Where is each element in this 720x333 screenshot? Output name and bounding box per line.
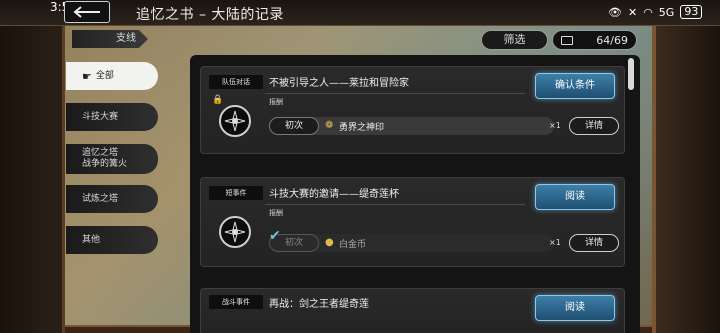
status-icons: 👁 ✕ ◠ 5G 93	[608, 0, 703, 24]
wifi-icon: ◠	[643, 5, 653, 19]
eye-icon: 👁	[608, 5, 622, 19]
read-button[interactable]: 阅读	[535, 184, 615, 210]
pointing-hand-icon: ☛	[82, 69, 92, 83]
emblem-icon	[219, 105, 251, 137]
reward-label: 报酬	[269, 209, 283, 217]
right-frame	[652, 0, 720, 333]
reward-name: 白金币	[339, 240, 367, 250]
left-panel-background	[0, 0, 65, 333]
sidebar-item-label: 其他	[82, 234, 101, 245]
reward-name: 勇界之神印	[339, 123, 385, 133]
detail-button[interactable]: 详情	[569, 234, 619, 252]
back-arrow-icon	[73, 6, 100, 18]
detail-button[interactable]: 详情	[569, 117, 619, 135]
book-icon	[561, 35, 573, 45]
sidebar-item-tower-war[interactable]: 追忆之塔 战争的篝火	[66, 144, 158, 174]
sidebar-item-other[interactable]: 其他	[66, 226, 158, 254]
lock-icon: 🔒	[212, 95, 224, 105]
reward-quantity: ×1	[549, 238, 561, 247]
record-count: 64/69	[552, 30, 637, 50]
page-title: 追忆之书 – 大陆的记录	[136, 7, 284, 23]
sidebar-item-trial-tower[interactable]: 试炼之塔	[66, 185, 158, 213]
back-button[interactable]	[64, 1, 110, 23]
sidebar-item-label: 追忆之塔 战争的篝火	[82, 148, 128, 169]
sidebar-item-label: 斗技大赛	[82, 111, 119, 122]
record-count-value: 64/69	[596, 33, 628, 47]
sidebar-item-label: 全部	[95, 70, 114, 81]
top-bar: 3:57 追忆之书 – 大陆的记录 👁 ✕ ◠ 5G 93	[0, 0, 720, 26]
sidebar-item-arena[interactable]: 斗技大赛	[66, 103, 158, 131]
checkmark-icon: ✔	[269, 228, 281, 244]
scrollbar[interactable]	[628, 58, 634, 90]
card-tag: 战斗事件	[209, 295, 263, 309]
card-tag: 短事件	[209, 186, 263, 200]
seal-icon: ❁	[325, 120, 334, 131]
record-card[interactable]: 短事件 斗技大赛的邀请——缇奇莲杯 报酬 初次 ● 白金币 ×1 ✔ 详情 阅读	[200, 177, 625, 267]
sidebar-item-label: 试炼之塔	[82, 193, 119, 204]
card-tag: 队伍对话	[209, 75, 263, 89]
record-card[interactable]: 队伍对话 不被引导之人——莱拉和冒险家 🔒 报酬 初次 ❁ 勇界之神印 ×1 详…	[200, 66, 625, 154]
mute-icon: ✕	[627, 5, 638, 19]
card-title: 不被引导之人——莱拉和冒险家	[269, 78, 409, 89]
reward-quantity: ×1	[549, 121, 561, 130]
sidebar-item-all[interactable]: ☛ 全部	[66, 62, 158, 90]
reward-row: 初次 ● 白金币 ×1	[269, 234, 561, 252]
coin-icon: ●	[325, 237, 334, 248]
read-button[interactable]: 阅读	[535, 295, 615, 321]
card-title: 斗技大赛的邀请——缇奇莲杯	[269, 189, 399, 200]
first-time-badge: 初次	[269, 117, 319, 135]
emblem-icon	[219, 216, 251, 248]
card-divider	[265, 204, 525, 205]
confirm-conditions-button[interactable]: 确认条件	[535, 73, 615, 99]
battery-indicator: 93	[680, 5, 703, 19]
filter-button[interactable]: 筛选	[481, 30, 548, 50]
card-title: 再战：剑之王者缇奇莲	[269, 299, 369, 310]
record-card[interactable]: 战斗事件 再战：剑之王者缇奇莲 阅读	[200, 288, 625, 333]
reward-row: 初次 ❁ 勇界之神印 ×1	[269, 117, 561, 135]
branch-tab[interactable]: 支线	[72, 30, 148, 48]
reward-label: 报酬	[269, 98, 283, 106]
network-label: 5G	[658, 5, 675, 19]
card-divider	[265, 93, 525, 94]
